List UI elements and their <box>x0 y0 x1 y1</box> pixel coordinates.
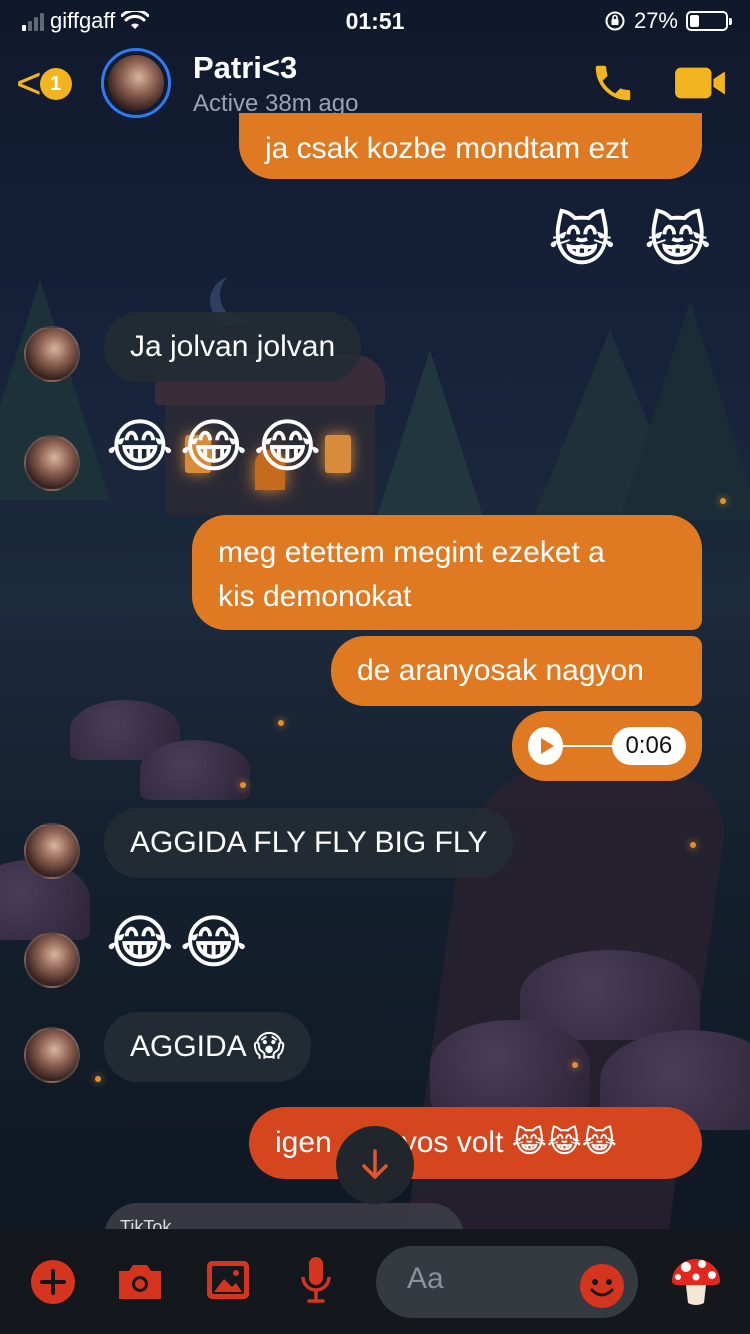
video-call-icon[interactable] <box>672 60 728 106</box>
sender-avatar[interactable] <box>24 932 80 988</box>
message-text: ja csak kozbe mondtam ezt <box>265 132 629 165</box>
incoming-message[interactable]: AGGIDA FLY FLY BIG FLY <box>104 808 514 878</box>
contact-name[interactable]: Patri<3 <box>193 50 297 86</box>
microphone-icon[interactable] <box>299 1255 333 1305</box>
back-button[interactable]: < 1 <box>16 62 72 106</box>
mushroom-decoration <box>430 1020 590 1110</box>
sender-avatar[interactable] <box>24 1027 80 1083</box>
outgoing-message[interactable]: ja csak kozbe mondtam ezt <box>239 113 702 179</box>
audio-duration: 0:06 <box>611 727 686 765</box>
message-text: igen <box>275 1126 332 1159</box>
incoming-emoji-message[interactable]: 😂😂 <box>106 914 254 972</box>
camera-icon[interactable] <box>115 1259 165 1305</box>
message-text-line: kis demonokat <box>218 580 412 613</box>
outgoing-message[interactable]: meg etettem megint ezeket a kis demonoka… <box>192 515 702 630</box>
emoji-icon[interactable] <box>579 1263 625 1309</box>
message-text: AGGIDA FLY FLY BIG FLY <box>130 826 488 859</box>
unread-badge: 1 <box>39 68 72 100</box>
incoming-message[interactable]: AGGIDA 😱 <box>104 1012 311 1082</box>
mushroom-reaction-icon[interactable] <box>668 1253 724 1309</box>
sender-avatar[interactable] <box>24 435 80 491</box>
message-text: AGGIDA 😱 <box>130 1030 285 1063</box>
message-composer: Aa <box>0 1229 750 1334</box>
sender-avatar[interactable] <box>24 823 80 879</box>
voice-message[interactable]: 0:06 <box>512 711 702 781</box>
outgoing-message[interactable]: igen yos volt 😹😹😹 <box>249 1107 702 1179</box>
battery-icon <box>686 11 732 31</box>
message-text: de aranyosak nagyon <box>357 654 644 687</box>
scroll-to-bottom-button[interactable] <box>336 1126 414 1204</box>
outgoing-message[interactable]: de aranyosak nagyon <box>331 636 702 706</box>
incoming-emoji-message[interactable]: 😂😂😂 <box>106 418 327 476</box>
message-input-placeholder: Aa <box>407 1262 444 1295</box>
firefly <box>95 1076 101 1082</box>
mushroom-decoration <box>140 740 250 800</box>
chevron-left-icon: < <box>16 59 42 108</box>
plus-circle-icon[interactable] <box>30 1259 76 1305</box>
tree <box>620 300 750 520</box>
firefly <box>720 498 726 504</box>
clock: 01:51 <box>345 7 405 34</box>
outgoing-emoji-message[interactable]: 😹 😹 <box>548 212 718 270</box>
audio-progress-track[interactable] <box>563 745 612 747</box>
sender-avatar[interactable] <box>24 326 80 382</box>
firefly <box>690 842 696 848</box>
message-text: yos volt 😹😹😹 <box>401 1126 617 1159</box>
firefly <box>240 782 246 788</box>
gallery-icon[interactable] <box>205 1259 251 1301</box>
status-bar: giffgaff 01:51 27% <box>0 0 750 42</box>
firefly <box>278 720 284 726</box>
incoming-message[interactable]: Ja jolvan jolvan <box>104 312 362 382</box>
arrow-down-icon <box>362 1149 388 1179</box>
contact-avatar[interactable] <box>101 48 171 118</box>
message-text: Ja jolvan jolvan <box>130 330 336 363</box>
firefly <box>572 1062 578 1068</box>
message-text-line: meg etettem megint ezeket a <box>218 536 605 569</box>
play-icon[interactable] <box>528 727 564 765</box>
phone-call-icon[interactable] <box>590 60 636 106</box>
